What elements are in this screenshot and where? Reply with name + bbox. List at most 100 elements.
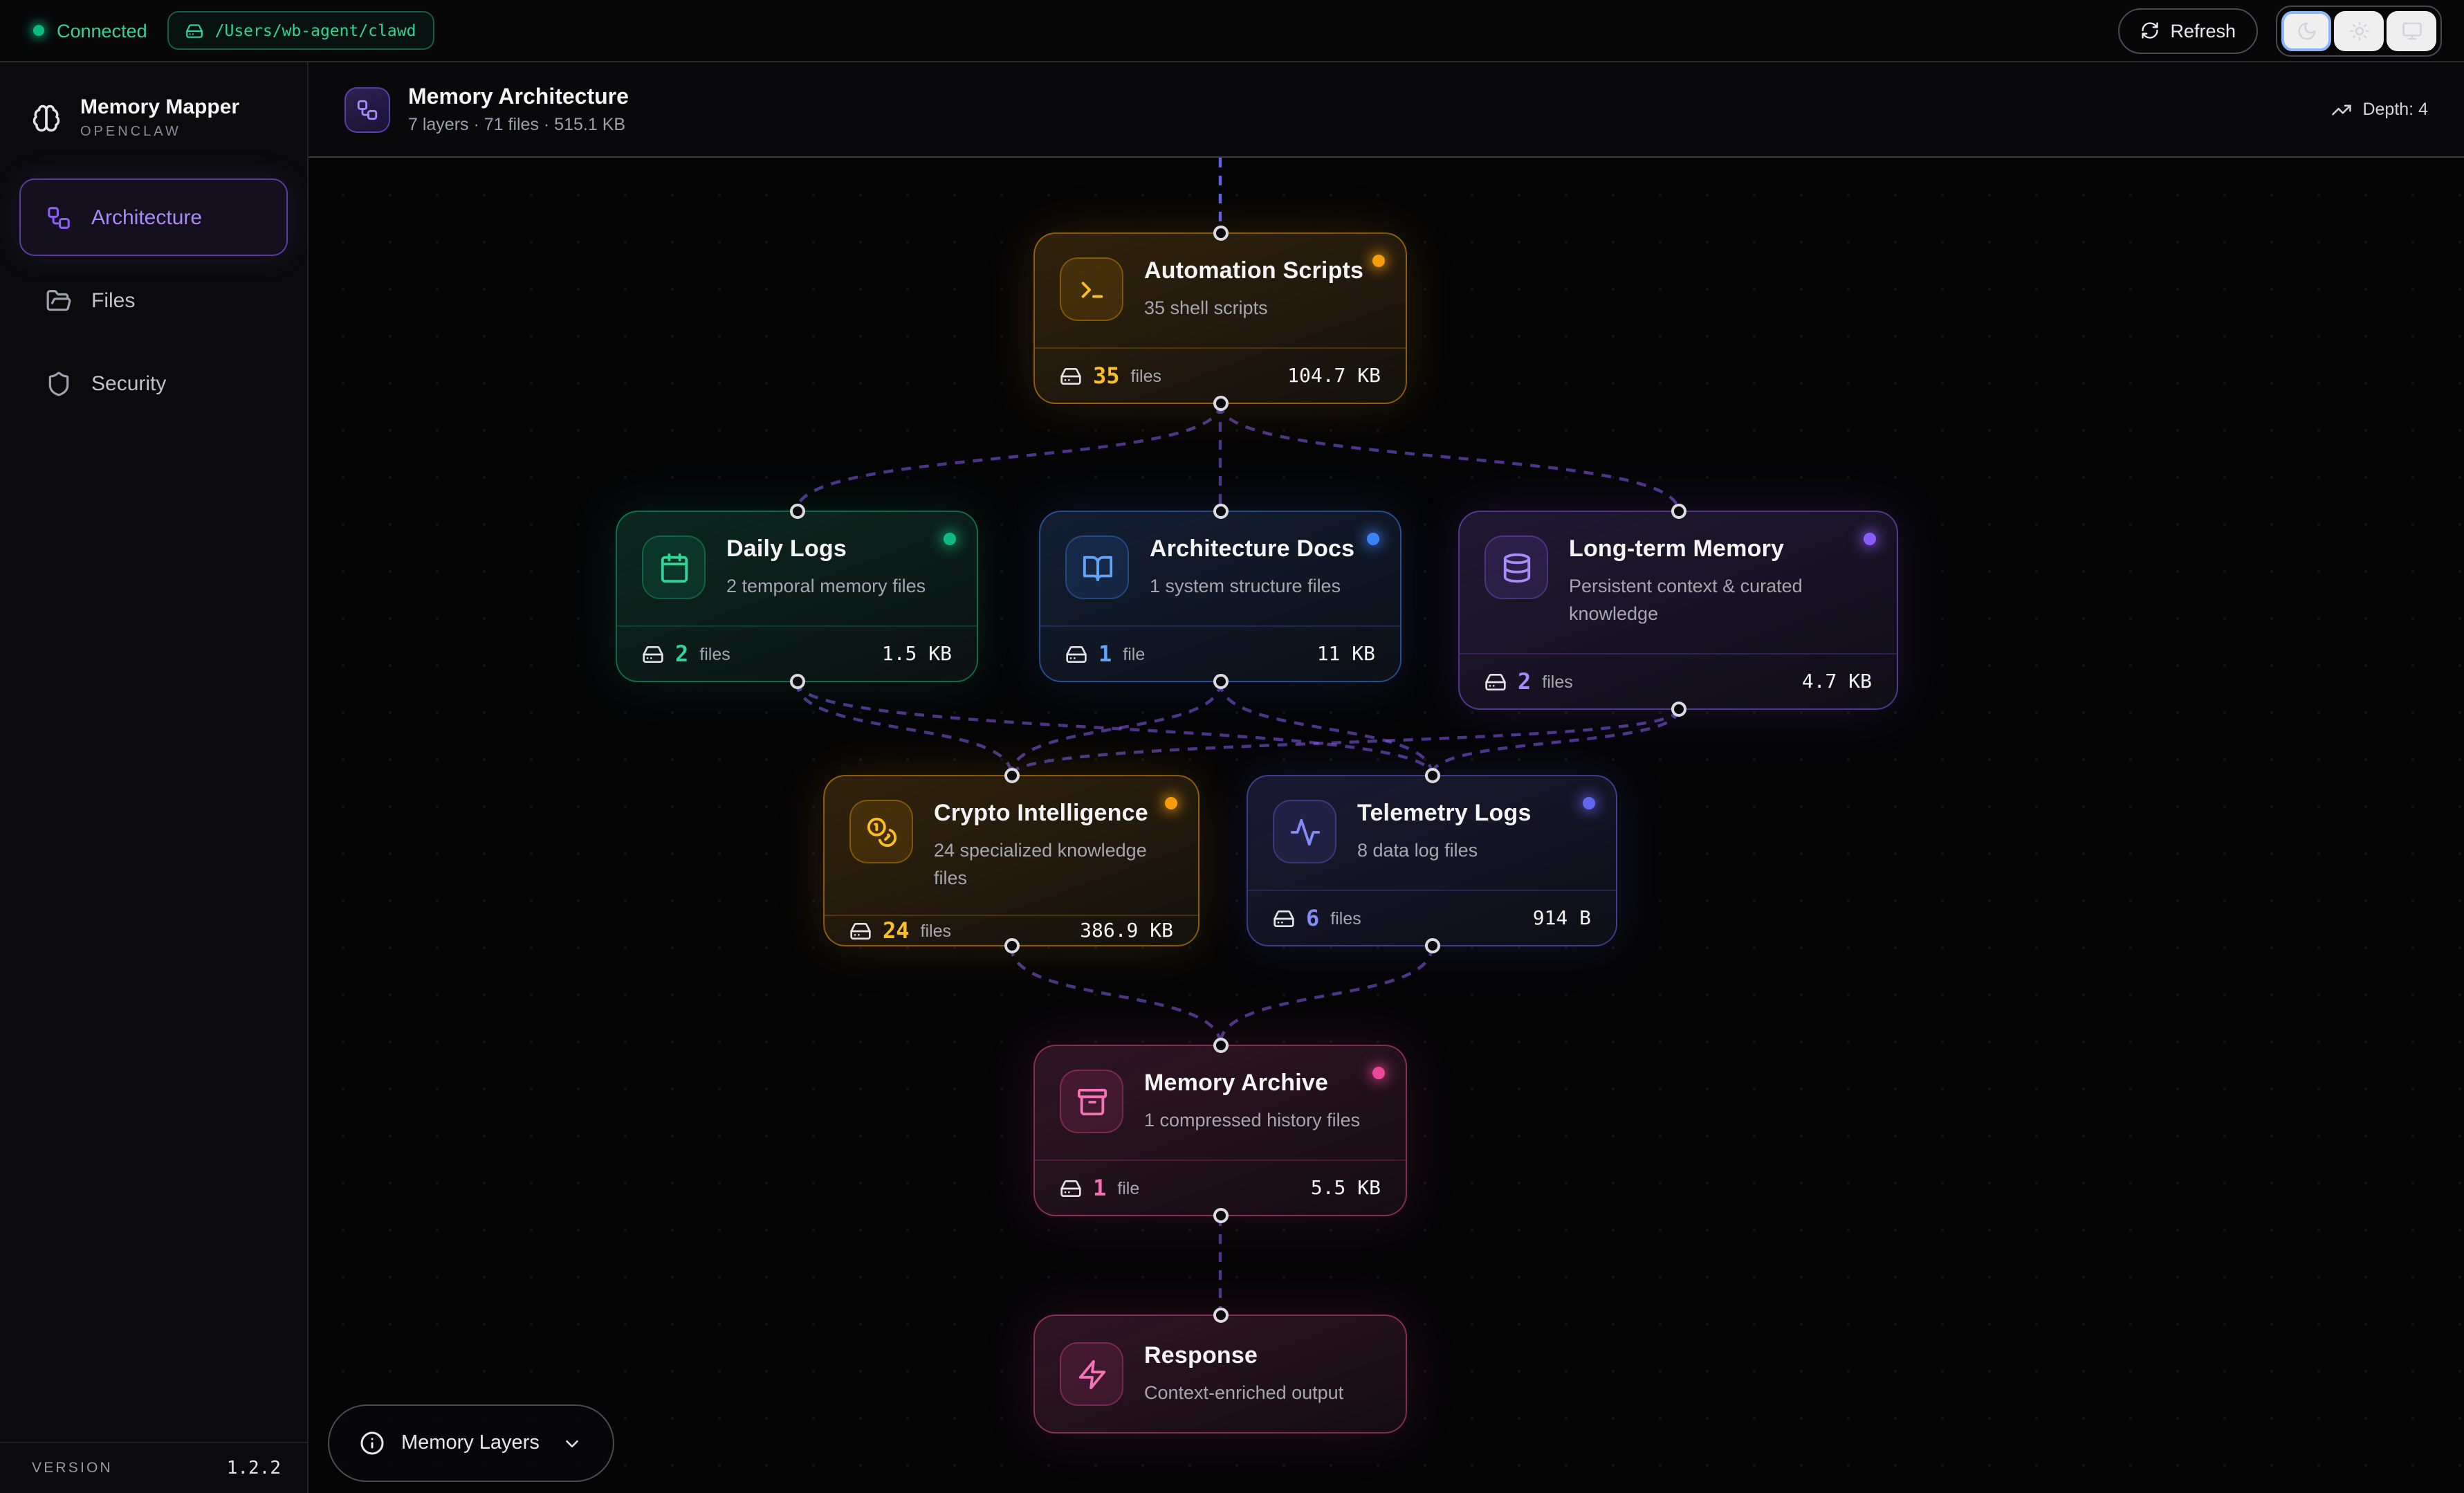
connection-port-bottom[interactable] xyxy=(1424,938,1440,953)
connection-port-bottom[interactable] xyxy=(1671,702,1686,717)
book-open-icon xyxy=(1065,535,1129,599)
node-telemetry[interactable]: Telemetry Logs 8 data log files 6 files … xyxy=(1247,775,1617,946)
version-value: 1.2.2 xyxy=(227,1458,281,1478)
size-value: 104.7 KB xyxy=(1287,365,1381,387)
depth-label: Depth: 4 xyxy=(2362,100,2428,119)
node-title: Memory Archive xyxy=(1144,1070,1360,1097)
size-value: 914 B xyxy=(1533,907,1591,929)
node-body: Response Context-enriched output xyxy=(1035,1316,1406,1432)
file-count: 1 xyxy=(1098,641,1112,667)
node-crypto[interactable]: Crypto Intelligence 24 specialized knowl… xyxy=(823,775,1199,946)
theme-system-button[interactable] xyxy=(2387,10,2436,51)
connection-status: Connected xyxy=(33,20,147,41)
node-title: Automation Scripts xyxy=(1144,257,1363,285)
connection-port-top[interactable] xyxy=(1213,1038,1228,1053)
node-title: Telemetry Logs xyxy=(1357,800,1532,827)
refresh-icon xyxy=(2140,21,2159,40)
brain-icon xyxy=(32,103,61,132)
connection-port-bottom[interactable] xyxy=(1213,674,1228,689)
status-dot xyxy=(1165,797,1177,809)
moon-icon xyxy=(2296,20,2317,41)
connection-port-top[interactable] xyxy=(1213,1308,1228,1323)
node-archive[interactable]: Memory Archive 1 compressed history file… xyxy=(1033,1045,1407,1216)
theme-light-button[interactable] xyxy=(2334,10,2384,51)
status-dot xyxy=(1583,797,1595,809)
node-body: Architecture Docs 1 system structure fil… xyxy=(1040,512,1400,625)
connection-port-bottom[interactable] xyxy=(789,674,805,689)
node-footer: 2 files 4.7 KB xyxy=(1460,653,1897,708)
size-value: 1.5 KB xyxy=(882,643,952,665)
shield-icon xyxy=(46,370,72,396)
node-subtitle: 1 system structure files xyxy=(1150,573,1354,600)
node-subtitle: 35 shell scripts xyxy=(1144,295,1363,322)
node-response[interactable]: Response Context-enriched output xyxy=(1033,1315,1407,1434)
connection-port-top[interactable] xyxy=(1004,768,1019,783)
file-count: 6 xyxy=(1306,905,1319,931)
node-footer: 1 file 11 KB xyxy=(1040,625,1400,681)
refresh-button[interactable]: Refresh xyxy=(2117,8,2258,53)
page-title: Memory Architecture xyxy=(408,85,629,110)
connection-port-top[interactable] xyxy=(789,504,805,519)
node-automation[interactable]: Automation Scripts 35 shell scripts 35 f… xyxy=(1033,232,1407,404)
node-title: Daily Logs xyxy=(726,535,926,563)
chevron-down-icon xyxy=(562,1433,582,1454)
connection-port-top[interactable] xyxy=(1213,504,1228,519)
node-body: Daily Logs 2 temporal memory files xyxy=(617,512,977,625)
connection-port-top[interactable] xyxy=(1671,504,1686,519)
sidebar-item-architecture[interactable]: Architecture xyxy=(19,178,288,256)
theme-dark-button[interactable] xyxy=(2281,10,2331,51)
flow-canvas[interactable]: Automation Scripts 35 shell scripts 35 f… xyxy=(309,158,2464,1493)
sun-icon xyxy=(2348,20,2369,41)
archive-icon xyxy=(1060,1070,1123,1133)
sidebar: Memory Mapper OPENCLAW Architecture File… xyxy=(0,62,309,1493)
node-body: Crypto Intelligence 24 specialized knowl… xyxy=(825,776,1198,915)
memory-layers-button[interactable]: Memory Layers xyxy=(328,1404,614,1482)
node-title: Crypto Intelligence xyxy=(934,800,1173,827)
node-body: Long-term Memory Persistent context & cu… xyxy=(1460,512,1897,653)
file-count-label: file xyxy=(1117,1178,1139,1198)
app-brand: Memory Mapper OPENCLAW xyxy=(0,62,307,178)
connection-port-top[interactable] xyxy=(1213,226,1228,241)
sidebar-item-security[interactable]: Security xyxy=(19,345,288,422)
terminal-icon xyxy=(1060,257,1123,321)
status-dot xyxy=(1372,255,1385,267)
hard-drive-icon xyxy=(642,643,664,665)
status-dot xyxy=(1864,533,1876,545)
page-subtitle: 7 layers · 71 files · 515.1 KB xyxy=(408,114,629,134)
connection-port-bottom[interactable] xyxy=(1213,1208,1228,1223)
working-directory-pill[interactable]: /Users/wb-agent/clawd xyxy=(168,11,434,50)
page-header: Memory Architecture 7 layers · 71 files … xyxy=(309,62,2464,158)
node-subtitle: 2 temporal memory files xyxy=(726,573,926,600)
file-count-label: files xyxy=(1131,366,1161,385)
node-layer: Automation Scripts 35 shell scripts 35 f… xyxy=(309,158,2464,1493)
connection-port-bottom[interactable] xyxy=(1004,938,1019,953)
sidebar-item-files[interactable]: Files xyxy=(19,262,288,339)
node-title: Architecture Docs xyxy=(1150,535,1354,563)
monitor-icon xyxy=(2401,20,2422,41)
node-subtitle: Persistent context & curated knowledge xyxy=(1569,573,1872,627)
coins-icon xyxy=(849,800,913,863)
node-title: Long-term Memory xyxy=(1569,535,1872,563)
node-footer: 6 files 914 B xyxy=(1248,890,1616,945)
node-body: Automation Scripts 35 shell scripts xyxy=(1035,234,1406,347)
node-ltm[interactable]: Long-term Memory Persistent context & cu… xyxy=(1458,511,1898,710)
file-count-label: files xyxy=(1542,672,1572,691)
node-daily[interactable]: Daily Logs 2 temporal memory files 2 fil… xyxy=(616,511,978,682)
hard-drive-icon xyxy=(186,21,204,39)
memory-mapper-app: Connected /Users/wb-agent/clawd Refresh xyxy=(0,0,2464,1493)
sidebar-item-label: Architecture xyxy=(91,205,202,229)
app-subtitle: OPENCLAW xyxy=(80,125,239,140)
folder-open-icon xyxy=(46,287,72,313)
file-count: 1 xyxy=(1093,1175,1106,1201)
size-value: 11 KB xyxy=(1317,643,1375,665)
connection-port-top[interactable] xyxy=(1424,768,1440,783)
node-arch[interactable]: Architecture Docs 1 system structure fil… xyxy=(1039,511,1401,682)
connection-port-bottom[interactable] xyxy=(1213,396,1228,411)
node-subtitle: 24 specialized knowledge files xyxy=(934,837,1173,891)
refresh-label: Refresh xyxy=(2170,20,2236,41)
depth-indicator: Depth: 4 xyxy=(2330,99,2428,120)
node-body: Memory Archive 1 compressed history file… xyxy=(1035,1046,1406,1160)
node-footer: 1 file 5.5 KB xyxy=(1035,1160,1406,1215)
app-title: Memory Mapper xyxy=(80,95,239,119)
workflow-badge-icon xyxy=(344,86,390,132)
